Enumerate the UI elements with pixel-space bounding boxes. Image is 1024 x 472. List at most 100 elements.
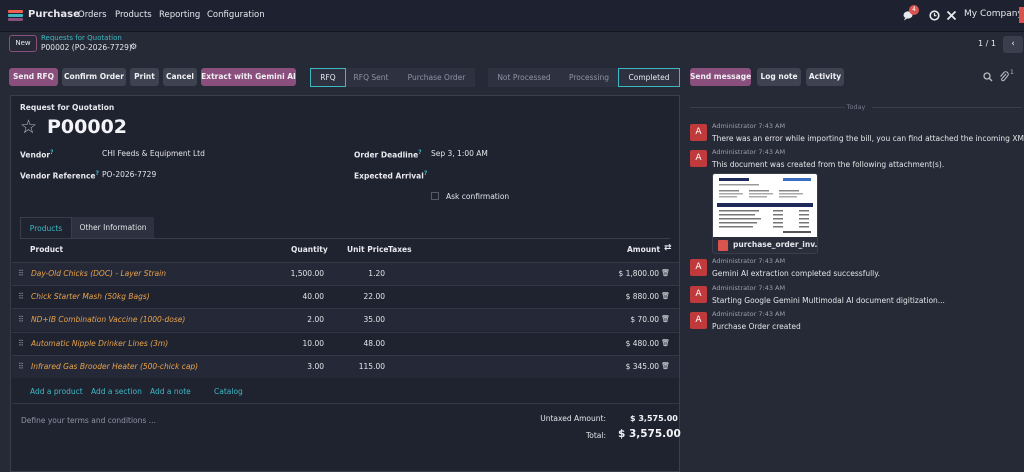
star-icon[interactable]: ☆: [20, 116, 37, 138]
table-row[interactable]: ⠿ Chick Starter Mash (50kg Bags) 40.00 2…: [12, 285, 679, 308]
line-product[interactable]: Day-Old Chicks (DOC) - Layer Strain: [31, 269, 166, 278]
tools-icon[interactable]: [946, 10, 957, 21]
catalog-link[interactable]: Catalog: [214, 387, 243, 396]
order-name: P00002: [47, 116, 128, 138]
pager-value[interactable]: 1 / 1: [978, 39, 996, 48]
clock-icon[interactable]: [929, 10, 940, 21]
paperclip-icon[interactable]: [999, 71, 1009, 82]
message-author: Administrator 7:43 AM: [712, 284, 786, 292]
trash-icon[interactable]: 🗑: [661, 362, 670, 370]
stage-purchase-order[interactable]: Purchase Order: [398, 68, 475, 87]
vendor-ref-field[interactable]: PO-2026-7729: [102, 170, 156, 179]
send-rfq-button[interactable]: Send RFQ: [9, 68, 58, 86]
avatar[interactable]: A: [690, 259, 707, 276]
trash-icon[interactable]: 🗑: [661, 269, 670, 277]
activity-button[interactable]: Activity: [806, 68, 844, 86]
line-unit-price[interactable]: 22.00: [364, 292, 385, 301]
line-quantity[interactable]: 40.00: [303, 292, 324, 301]
pager-prev-button[interactable]: ‹: [1003, 36, 1023, 53]
user-avatar[interactable]: [1019, 7, 1024, 23]
gear-icon[interactable]: ⚙: [130, 42, 137, 51]
extract-gemini-button[interactable]: Extract with Gemini AI: [201, 68, 296, 86]
message-author: Administrator 7:43 AM: [712, 257, 786, 265]
line-product[interactable]: Infrared Gas Brooder Heater (500-chick c…: [31, 362, 198, 371]
tab-other-information[interactable]: Other Information: [72, 217, 154, 239]
menu-reporting[interactable]: Reporting: [159, 10, 200, 20]
drag-handle-icon[interactable]: ⠿: [18, 315, 24, 324]
table-row[interactable]: ⠿ ND+IB Combination Vaccine (1000-dose) …: [12, 308, 679, 331]
drag-handle-icon[interactable]: ⠿: [18, 362, 24, 371]
line-unit-price[interactable]: 1.20: [368, 269, 385, 278]
line-unit-price[interactable]: 35.00: [364, 315, 385, 324]
cancel-button[interactable]: Cancel: [163, 68, 197, 86]
trash-icon[interactable]: 🗑: [661, 339, 670, 347]
new-button[interactable]: New: [9, 35, 37, 52]
tab-products[interactable]: Products: [20, 217, 72, 239]
column-product[interactable]: Product: [30, 245, 63, 254]
message-author: Administrator 7:43 AM: [712, 310, 786, 318]
order-deadline-label: Order Deadline?: [354, 149, 422, 160]
column-options-icon[interactable]: ⇄: [664, 243, 672, 253]
avatar[interactable]: A: [690, 150, 707, 167]
confirm-order-button[interactable]: Confirm Order: [62, 68, 126, 86]
drag-handle-icon[interactable]: ⠿: [18, 292, 24, 301]
add-section-link[interactable]: Add a section: [91, 387, 142, 396]
stage-rfq[interactable]: RFQ: [310, 68, 346, 87]
avatar[interactable]: A: [690, 286, 707, 303]
line-product[interactable]: Automatic Nipple Drinker Lines (3m): [31, 339, 168, 348]
menu-products[interactable]: Products: [115, 10, 152, 20]
table-row[interactable]: ⠿ Day-Old Chicks (DOC) - Layer Strain 1,…: [12, 262, 679, 285]
line-unit-price[interactable]: 48.00: [364, 339, 385, 348]
table-row[interactable]: ⠿ Infrared Gas Brooder Heater (500-chick…: [12, 355, 679, 378]
breadcrumb-parent[interactable]: Requests for Quotation: [41, 34, 122, 42]
line-amount: $ 480.00: [625, 339, 659, 348]
line-quantity[interactable]: 3.00: [307, 362, 324, 371]
untaxed-amount-value: $ 3,575.00: [630, 414, 678, 423]
avatar[interactable]: A: [690, 124, 707, 141]
menu-configuration[interactable]: Configuration: [207, 10, 265, 20]
menu-orders[interactable]: Orders: [78, 10, 107, 20]
total-label: Total:: [585, 431, 606, 440]
line-product[interactable]: ND+IB Combination Vaccine (1000-dose): [31, 315, 185, 324]
stage-not-processed[interactable]: Not Processed: [488, 68, 560, 87]
column-quantity[interactable]: Quantity: [291, 245, 328, 254]
ask-confirmation-checkbox[interactable]: [431, 192, 439, 200]
order-deadline-field[interactable]: Sep 3, 1:00 AM: [431, 149, 488, 158]
purchase-app-icon[interactable]: [8, 10, 23, 21]
line-quantity[interactable]: 1,500.00: [291, 269, 324, 278]
stage-completed[interactable]: Completed: [618, 68, 680, 87]
vendor-field[interactable]: CHI Feeds & Equipment Ltd: [102, 149, 205, 158]
add-product-link[interactable]: Add a product: [30, 387, 83, 396]
print-button[interactable]: Print: [130, 68, 159, 86]
drag-handle-icon[interactable]: ⠿: [18, 339, 24, 348]
app-name[interactable]: Purchase: [28, 9, 80, 20]
vendor-label: Vendor?: [20, 149, 54, 160]
line-product[interactable]: Chick Starter Mash (50kg Bags): [31, 292, 150, 301]
trash-icon[interactable]: 🗑: [661, 292, 670, 300]
attachment-card[interactable]: purchase_order_inv...: [712, 173, 818, 254]
line-unit-price[interactable]: 115.00: [359, 362, 385, 371]
terms-input[interactable]: Define your terms and conditions ...: [21, 416, 156, 425]
attachment-name[interactable]: purchase_order_inv...: [733, 240, 817, 249]
line-quantity[interactable]: 10.00: [303, 339, 324, 348]
search-icon[interactable]: [983, 72, 993, 82]
add-note-link[interactable]: Add a note: [150, 387, 191, 396]
message-body: Starting Google Gemini Multimodal AI doc…: [712, 296, 945, 305]
stage-processing[interactable]: Processing: [561, 68, 617, 87]
log-note-button[interactable]: Log note: [757, 68, 801, 86]
drag-handle-icon[interactable]: ⠿: [18, 269, 24, 278]
attachment-count: 1: [1010, 69, 1014, 76]
tab-divider: [20, 238, 670, 239]
column-unit-price[interactable]: Unit Price: [347, 245, 389, 254]
table-row[interactable]: ⠿ Automatic Nipple Drinker Lines (3m) 10…: [12, 332, 679, 355]
avatar[interactable]: A: [690, 312, 707, 329]
stage-rfq-sent[interactable]: RFQ Sent: [347, 68, 395, 87]
attachment-thumbnail[interactable]: [713, 174, 817, 237]
trash-icon[interactable]: 🗑: [661, 315, 670, 323]
ask-confirmation-label: Ask confirmation: [446, 192, 510, 201]
column-amount[interactable]: Amount: [627, 245, 660, 254]
line-quantity[interactable]: 2.00: [307, 315, 324, 324]
company-switcher[interactable]: My Company: [964, 9, 1023, 19]
column-taxes[interactable]: Taxes: [388, 245, 412, 254]
send-message-button[interactable]: Send message: [690, 68, 751, 86]
